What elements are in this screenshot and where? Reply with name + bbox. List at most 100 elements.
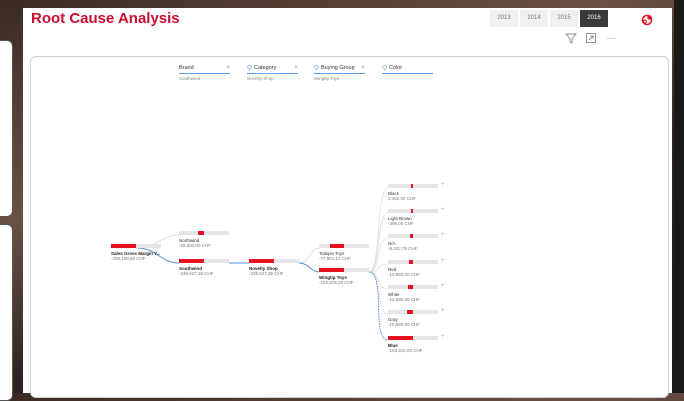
year-tab-2013[interactable]: 2013 — [490, 10, 518, 27]
expand-plus-icon[interactable]: + — [441, 283, 445, 289]
close-icon[interactable]: × — [226, 65, 230, 71]
node-bar-fill — [111, 244, 136, 248]
field-label: Color — [389, 65, 403, 71]
node-bar-fill — [411, 209, 413, 213]
tree-connectors — [137, 187, 389, 341]
tree-node-novelty-shop[interactable]: Novelty Shop -239,627,35 CHF — [249, 259, 299, 276]
node-value: -16,588,50 CHF — [388, 322, 421, 327]
lightbulb-icon — [382, 65, 387, 71]
field-underline — [314, 73, 365, 74]
field-underline — [382, 73, 433, 74]
connector-wingtip-blue — [368, 271, 389, 341]
connector-wingtip-black — [368, 187, 389, 273]
node-bar-fill — [410, 234, 413, 238]
tree-node-tailspin-toys[interactable]: Tailspin Toys -77,951,10 CHF — [319, 244, 369, 261]
node-bar — [388, 285, 438, 289]
report-canvas: Root Cause Analysis 2013 2014 2015 2016 … — [23, 8, 672, 398]
node-bar — [388, 209, 438, 213]
tree-node-southwind[interactable]: Southwind -239,627,35 CHF — [179, 259, 229, 276]
tree-node-northwind[interactable]: Northwind -29,532,00 CHF — [179, 231, 229, 248]
year-tab-2015[interactable]: 2015 — [550, 10, 578, 27]
node-bar-fill — [330, 244, 344, 248]
expand-plus-icon[interactable]: + — [441, 258, 445, 264]
node-bar — [388, 260, 438, 264]
tree-node-root[interactable]: Sales Gross Margin Y... -268,159,65 CHF — [111, 244, 161, 261]
node-value: -77,951,10 CHF — [319, 256, 352, 261]
lightbulb-icon — [247, 65, 252, 71]
background-panel — [0, 224, 13, 401]
tree-node-gray[interactable]: Gray -16,588,50 CHF — [388, 310, 438, 327]
field-value: Wingtip Toys — [314, 76, 340, 81]
expand-plus-icon[interactable]: + — [441, 207, 445, 213]
node-bar-fill — [179, 259, 204, 263]
connector-wingtip-white — [368, 271, 389, 290]
node-bar — [388, 234, 438, 238]
connector-novelty-wingtip — [298, 262, 320, 273]
node-bar — [179, 231, 229, 235]
node-bar-fill — [319, 268, 344, 272]
node-value: -268,159,65 CHF — [111, 256, 146, 261]
node-value: -29,532,00 CHF — [179, 243, 212, 248]
field-value: Southwind — [179, 76, 201, 81]
expand-plus-icon[interactable]: + — [441, 182, 445, 188]
connector-wingtip-gray — [368, 271, 389, 315]
more-options-icon[interactable]: ··· — [605, 32, 617, 44]
node-bar-fill — [407, 310, 413, 314]
close-icon[interactable]: × — [361, 65, 365, 71]
connector-wingtip-lightbrown — [368, 212, 389, 273]
node-value: -12,585,00 CHF — [388, 297, 421, 302]
node-value: 2,402,00 CHF — [388, 196, 417, 201]
node-bar — [388, 310, 438, 314]
node-bar-fill — [198, 231, 204, 235]
field-label: Category — [254, 65, 277, 71]
field-label: Brand — [179, 65, 194, 71]
close-icon[interactable]: × — [294, 65, 298, 71]
node-bar — [319, 244, 369, 248]
node-bar — [111, 244, 161, 248]
year-slicer: 2013 2014 2015 2016 — [490, 10, 610, 27]
field-label: Buying Group — [321, 65, 355, 71]
node-bar-fill — [408, 285, 413, 289]
focus-mode-icon[interactable] — [585, 32, 597, 44]
connector-novelty-tailspin — [298, 247, 320, 264]
tree-node-na[interactable]: N/A -8,002,75 CHF — [388, 234, 438, 251]
field-category[interactable]: Category × Novelty Shop — [247, 65, 298, 87]
background-edge — [674, 0, 684, 393]
tree-node-blue[interactable]: Blue -103,316,00 CHF — [388, 336, 438, 353]
node-bar-fill — [249, 259, 274, 263]
node-bar — [388, 184, 438, 188]
tree-node-black[interactable]: Black 2,402,00 CHF — [388, 184, 438, 201]
extension-icon[interactable] — [640, 13, 654, 27]
field-underline — [247, 73, 298, 74]
decomposition-tree: Brand × Southwind Category × Novelty Sho… — [30, 56, 669, 398]
node-bar-fill — [409, 260, 413, 264]
page-title: Root Cause Analysis — [31, 10, 180, 27]
node-value: -239,627,35 CHF — [179, 271, 214, 276]
lightbulb-icon — [314, 65, 319, 71]
filter-icon[interactable] — [565, 32, 577, 44]
node-value: -10,860,00 CHF — [388, 272, 421, 277]
expand-plus-icon[interactable]: + — [441, 334, 445, 340]
year-tab-2014[interactable]: 2014 — [520, 10, 548, 27]
field-value: Novelty Shop — [247, 76, 274, 81]
tree-node-white[interactable]: White -12,585,00 CHF — [388, 285, 438, 302]
year-tab-2016[interactable]: 2016 — [580, 10, 608, 27]
field-buying-group[interactable]: Buying Group × Wingtip Toys — [314, 65, 365, 87]
node-bar — [319, 268, 369, 272]
field-underline — [179, 73, 230, 74]
expand-plus-icon[interactable]: + — [441, 232, 445, 238]
field-color[interactable]: Color — [382, 65, 433, 87]
expand-plus-icon[interactable]: + — [441, 308, 445, 314]
node-bar — [249, 259, 299, 263]
tree-node-light-brown[interactable]: Light Brown -396,00 CHF — [388, 209, 438, 226]
node-value: -152,876,25 CHF — [319, 280, 354, 285]
node-value: -103,316,00 CHF — [388, 348, 423, 353]
node-bar — [179, 259, 229, 263]
visual-toolbar: ··· — [565, 32, 617, 44]
node-value: -396,00 CHF — [388, 221, 414, 226]
tree-node-red[interactable]: Red -10,860,00 CHF — [388, 260, 438, 277]
node-bar — [388, 336, 438, 340]
field-brand[interactable]: Brand × Southwind — [179, 65, 230, 87]
tree-node-wingtip-toys[interactable]: Wingtip Toys -152,876,25 CHF — [319, 268, 369, 285]
node-bar-fill — [388, 336, 413, 340]
